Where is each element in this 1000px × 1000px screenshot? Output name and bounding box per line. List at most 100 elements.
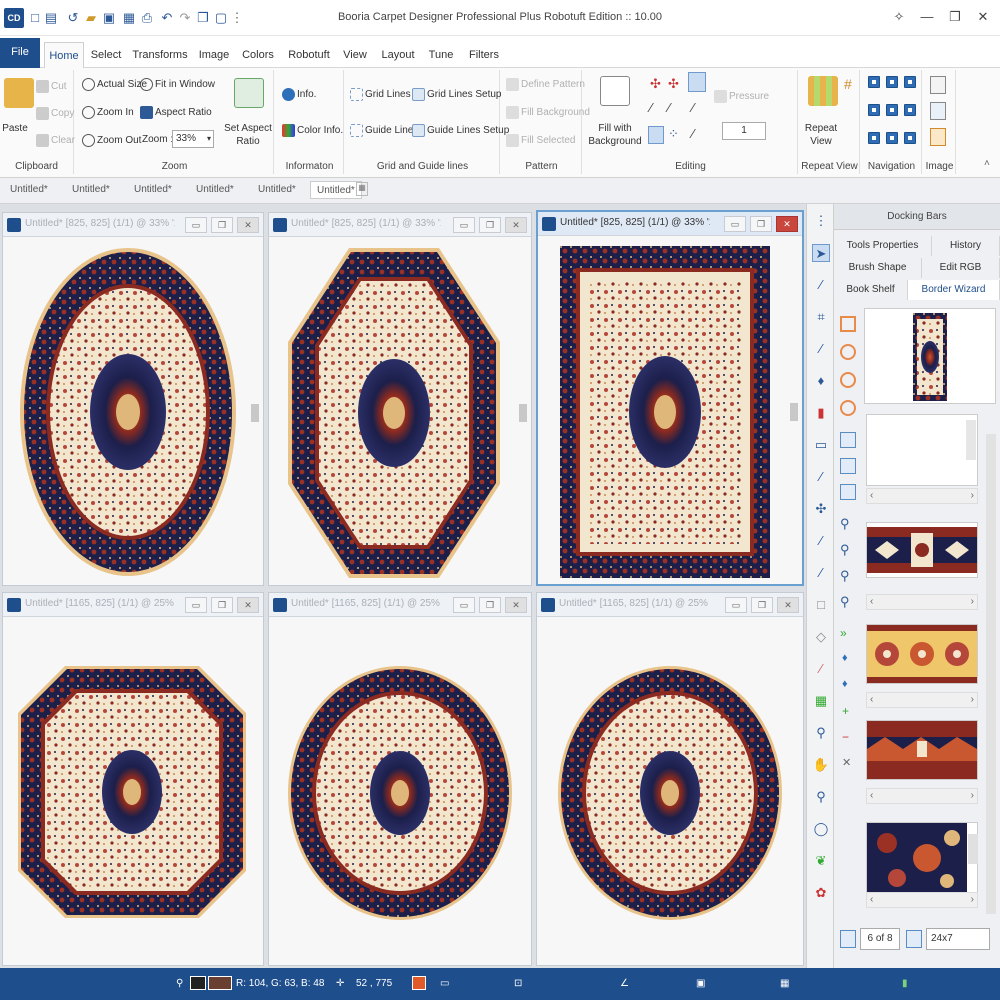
border-fill-icon[interactable] bbox=[840, 484, 856, 500]
window-restore-button[interactable]: ❐ bbox=[751, 597, 773, 613]
window-minimize-button[interactable]: ▭ bbox=[453, 597, 475, 613]
pen-tool-icon[interactable]: ⁄ bbox=[692, 126, 694, 141]
maximize-button[interactable]: ❐ bbox=[942, 6, 968, 28]
tab-image[interactable]: Image bbox=[196, 42, 232, 68]
warning-icon[interactable] bbox=[412, 976, 426, 990]
info-button[interactable]: Info. bbox=[282, 88, 316, 101]
doc-tab[interactable]: Untitled* bbox=[252, 181, 302, 199]
vertical-scrollbar[interactable] bbox=[788, 238, 800, 582]
eraser-icon[interactable]: □ bbox=[812, 596, 830, 614]
document-window-1[interactable]: Untitled* [825, 825] (1/1) @ 33% '1/... … bbox=[2, 212, 264, 586]
vertical-scrollbar[interactable] bbox=[249, 239, 261, 583]
horizontal-scrollbar[interactable]: ‹ › bbox=[866, 488, 978, 504]
doc-tab[interactable]: Untitled* bbox=[66, 181, 116, 199]
image-search-icon[interactable] bbox=[930, 102, 946, 120]
window-title-bar[interactable]: Untitled* [1165, 825] (1/1) @ 25% '1... … bbox=[3, 593, 263, 617]
pattern-stamp-icon[interactable]: ✿ bbox=[812, 884, 830, 902]
window-minimize-button[interactable]: ▭ bbox=[185, 597, 207, 613]
nav-down-icon[interactable] bbox=[886, 132, 898, 144]
shape-icon[interactable]: ◇ bbox=[812, 628, 830, 646]
nav-right-icon[interactable] bbox=[904, 104, 916, 116]
close-button[interactable]: ✕ bbox=[970, 6, 996, 28]
zoom-in-small-icon[interactable]: ⚲ bbox=[840, 516, 850, 532]
shape-round-icon[interactable] bbox=[840, 400, 856, 416]
window-close-button[interactable]: ✕ bbox=[777, 597, 799, 613]
line-tool-icon[interactable]: ⁄ bbox=[668, 100, 670, 115]
nav-down-right-icon[interactable] bbox=[904, 132, 916, 144]
actual-size-button[interactable]: Actual Size bbox=[82, 78, 147, 91]
pointer-tool-icon[interactable]: ➤ bbox=[812, 244, 830, 262]
fit-in-window-button[interactable]: Fit in Window bbox=[140, 78, 215, 91]
size-icon[interactable] bbox=[906, 930, 922, 948]
horizontal-scrollbar[interactable]: ‹ › bbox=[866, 594, 978, 610]
tab-book-shelf[interactable]: Book Shelf bbox=[834, 280, 908, 300]
brush-alt-icon[interactable]: ⁄ bbox=[692, 100, 694, 115]
clear-button[interactable]: Clear bbox=[36, 134, 75, 147]
help-icon[interactable]: ✧ bbox=[886, 6, 912, 28]
hand-icon[interactable]: ✋ bbox=[812, 756, 830, 774]
select-area-icon[interactable]: ▦ bbox=[812, 692, 830, 710]
tab-transforms[interactable]: Transforms bbox=[132, 42, 188, 68]
minus-icon[interactable]: − bbox=[842, 730, 849, 744]
nav-down-left-icon[interactable] bbox=[868, 132, 880, 144]
window-minimize-button[interactable]: ▭ bbox=[185, 217, 207, 233]
zoom-tool-icon[interactable]: ⚲ bbox=[812, 788, 830, 806]
remove-icon[interactable]: ♦ bbox=[842, 678, 848, 690]
window-title-bar[interactable]: Untitled* [1165, 825] (1/1) @ 25% '1... … bbox=[269, 593, 531, 617]
zoom-select[interactable]: 33% ▾ bbox=[172, 130, 214, 148]
tab-colors[interactable]: Colors bbox=[240, 42, 276, 68]
slot-scrollbar[interactable] bbox=[968, 834, 978, 864]
tool-options-icon[interactable]: ⋮ bbox=[812, 212, 830, 230]
tab-border-wizard[interactable]: Border Wizard bbox=[908, 280, 1000, 300]
vertical-scrollbar[interactable] bbox=[517, 239, 529, 583]
selected-tool-icon[interactable] bbox=[648, 126, 664, 144]
copy-button[interactable]: Copy bbox=[36, 107, 74, 120]
magic-wand-icon[interactable]: ⁄ bbox=[812, 660, 830, 678]
horizontal-scrollbar[interactable]: ‹ › bbox=[866, 892, 978, 908]
horizontal-scrollbar[interactable]: ‹ › bbox=[866, 788, 978, 804]
border-pattern-2[interactable] bbox=[866, 624, 978, 684]
border-pattern-1[interactable] bbox=[866, 522, 978, 578]
doc-tab[interactable]: Untitled* bbox=[190, 181, 240, 199]
size-field[interactable]: 24x7 bbox=[926, 928, 990, 950]
slot-scrollbar[interactable] bbox=[966, 420, 976, 460]
line-icon[interactable]: ⁄ bbox=[812, 468, 830, 486]
spray-icon[interactable]: ⁄ bbox=[812, 564, 830, 582]
nav-up-left-icon[interactable] bbox=[868, 76, 880, 88]
window-minimize-button[interactable]: ▭ bbox=[724, 216, 746, 232]
tab-list-icon[interactable]: ▦ bbox=[356, 182, 368, 196]
window-close-button[interactable]: ✕ bbox=[505, 597, 527, 613]
define-pattern-button[interactable]: Define Pattern bbox=[506, 78, 585, 91]
border-corner-icon[interactable] bbox=[840, 458, 856, 474]
tab-edit-rgb[interactable]: Edit RGB bbox=[922, 258, 1000, 278]
window-title-bar[interactable]: Untitled* [825, 825] (1/1) @ 33% '1/... … bbox=[538, 212, 802, 236]
document-window-6[interactable]: Untitled* [1165, 825] (1/1) @ 25% '1... … bbox=[536, 592, 804, 966]
brush-icon[interactable]: ⁄ bbox=[812, 532, 830, 550]
minimize-button[interactable]: — bbox=[914, 6, 940, 28]
fill-selected-button[interactable]: Fill Selected bbox=[506, 134, 575, 147]
doc-tab-active[interactable]: Untitled* bbox=[310, 181, 362, 199]
window-title-bar[interactable]: Untitled* [825, 825] (1/1) @ 33% '1/... … bbox=[3, 213, 263, 237]
zoom-fit-small-icon[interactable]: ⚲ bbox=[840, 568, 850, 584]
doc-tab[interactable]: Untitled* bbox=[128, 181, 178, 199]
delete-icon[interactable]: ✕ bbox=[842, 756, 851, 769]
window-restore-button[interactable]: ❐ bbox=[479, 217, 501, 233]
brush-tool-icon[interactable] bbox=[688, 72, 706, 92]
image-new-icon[interactable] bbox=[930, 76, 946, 94]
set-aspect-ratio-button[interactable]: Set Aspect Ratio bbox=[222, 122, 274, 148]
pencil-icon[interactable]: ⁄ bbox=[812, 340, 830, 358]
window-close-button[interactable]: ✕ bbox=[237, 597, 259, 613]
tab-tune[interactable]: Tune bbox=[426, 42, 456, 68]
nav-up-right-icon[interactable] bbox=[904, 76, 916, 88]
paste-button[interactable]: Paste bbox=[0, 122, 30, 135]
grid-lines-button[interactable]: Grid Lines bbox=[350, 88, 411, 101]
collapse-ribbon-icon[interactable]: ˄ bbox=[984, 158, 990, 169]
eyedropper-icon[interactable]: ⁄ bbox=[812, 276, 830, 294]
mirror-tool-icon[interactable]: ✣ bbox=[668, 76, 679, 92]
color-icon[interactable]: ▮ bbox=[812, 404, 830, 422]
zoom-out-button[interactable]: Zoom Out bbox=[82, 134, 141, 147]
scroll-thumb[interactable] bbox=[251, 404, 259, 422]
repeat-view-button[interactable]: Repeat View bbox=[800, 122, 842, 148]
border-type-icon[interactable] bbox=[840, 432, 856, 448]
grid-lines-setup-button[interactable]: Grid Lines Setup bbox=[412, 88, 502, 101]
